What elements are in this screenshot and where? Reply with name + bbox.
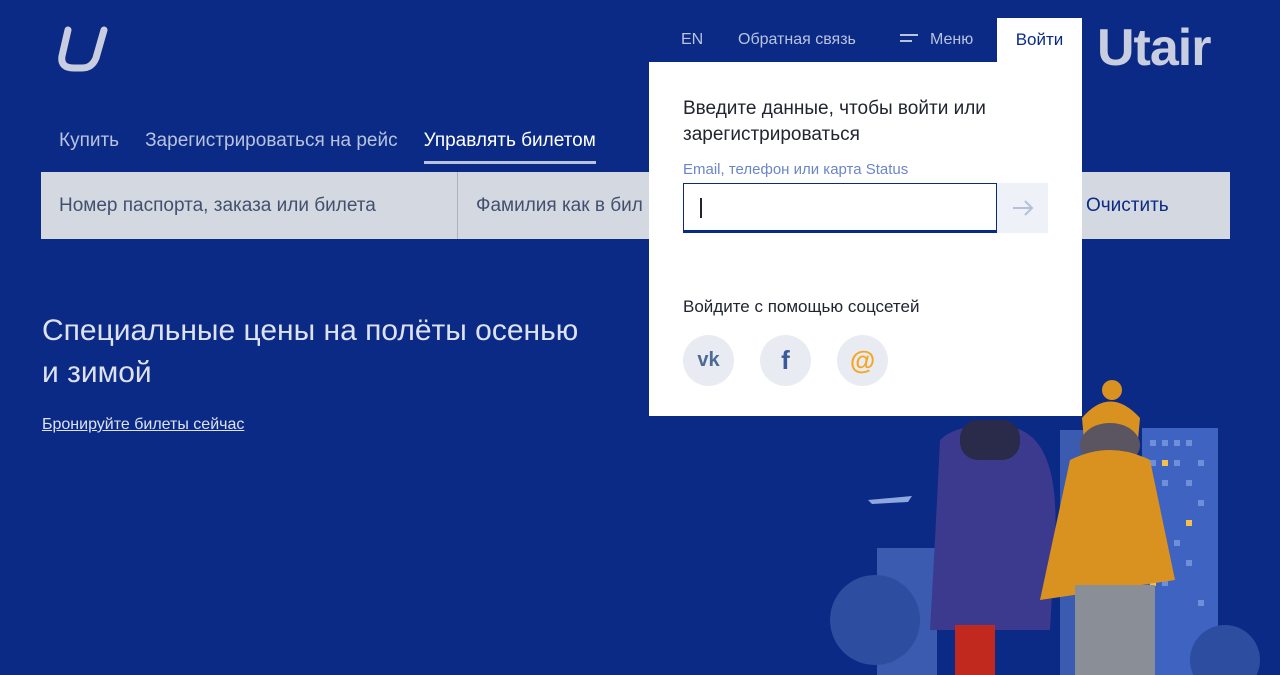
vk-icon: vk	[697, 349, 720, 371]
text-caret	[700, 198, 702, 218]
utair-u-logo[interactable]	[58, 26, 110, 72]
mail-icon: @	[849, 345, 876, 375]
menu-label: Меню	[930, 31, 974, 48]
tab-buy[interactable]: Купить	[59, 130, 119, 152]
feedback-link[interactable]: Обратная связь	[738, 31, 856, 49]
login-input-label: Email, телефон или карта Status	[683, 161, 909, 178]
clear-button[interactable]: Очистить	[1086, 172, 1169, 239]
login-input[interactable]	[683, 183, 997, 233]
winter-travel-illustration	[830, 380, 1260, 675]
vk-login-button[interactable]: vk	[683, 335, 734, 386]
facebook-icon: f	[781, 345, 790, 375]
facebook-login-button[interactable]: f	[760, 335, 811, 386]
social-buttons: vk f @	[683, 335, 1048, 386]
mail-login-button[interactable]: @	[837, 335, 888, 386]
document-number-field[interactable]: Номер паспорта, заказа или билета	[41, 172, 458, 239]
menu-icon	[900, 34, 918, 46]
promo-title: Специальные цены на полёты осенью и зимо…	[42, 314, 579, 389]
language-switch[interactable]: EN	[681, 31, 703, 49]
tab-checkin[interactable]: Зарегистрироваться на рейс	[145, 130, 398, 152]
login-popup: Введите данные, чтобы войти или зарегист…	[649, 62, 1082, 416]
arrow-right-icon	[1012, 200, 1033, 216]
login-button[interactable]: Войти	[997, 18, 1082, 62]
brand-logo[interactable]: Utair	[1097, 18, 1211, 78]
tab-manage-ticket[interactable]: Управлять билетом	[423, 130, 596, 164]
submit-button[interactable]	[997, 183, 1048, 233]
social-login-title: Войдите с помощью соцсетей	[683, 297, 920, 316]
promo-link[interactable]: Бронируйте билеты сейчас	[42, 416, 244, 434]
main-tabs: Купить Зарегистрироваться на рейс Управл…	[59, 130, 622, 164]
login-popup-title: Введите данные, чтобы войти или зарегист…	[683, 98, 986, 145]
menu-button[interactable]: Меню	[900, 31, 973, 49]
